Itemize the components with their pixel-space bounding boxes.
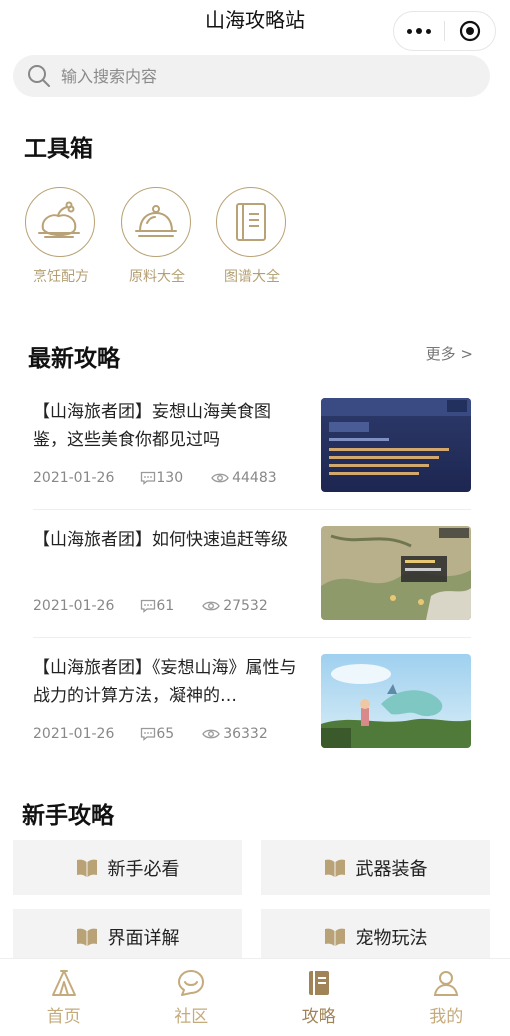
article-item[interactable]: 【山海旅者团】如何快速追赶等级 2021-01-26 61 27532 xyxy=(33,526,471,654)
newbie-pet-gameplay[interactable]: 宠物玩法 xyxy=(261,909,490,964)
tool-atlas[interactable]: 图谱大全 xyxy=(216,187,288,286)
nav-guides[interactable]: 攻略 xyxy=(255,959,383,1036)
nav-community[interactable]: 社区 xyxy=(128,959,256,1036)
article-meta: 2021-01-26 65 36332 xyxy=(33,726,268,742)
article-date: 2021-01-26 xyxy=(33,598,115,614)
tool-label: 原料大全 xyxy=(129,269,185,285)
nav-label: 首页 xyxy=(46,1007,81,1027)
eye-icon xyxy=(211,473,229,483)
open-book-icon xyxy=(76,928,97,946)
search-bar[interactable] xyxy=(13,55,490,97)
newbie-interface-guide[interactable]: 界面详解 xyxy=(13,909,242,964)
more-link[interactable]: 更多 > xyxy=(426,343,473,364)
newbie-label: 武器装备 xyxy=(355,858,428,880)
newbie-label: 宠物玩法 xyxy=(355,927,428,949)
open-book-icon xyxy=(324,928,345,946)
article-title: 【山海旅者团】如何快速追赶等级 xyxy=(33,530,288,550)
newbie-must-read[interactable]: 新手必看 xyxy=(13,840,242,895)
dragon-scene-thumbnail xyxy=(321,654,471,748)
tool-cooking-recipes[interactable]: 烹饪配方 xyxy=(25,187,97,286)
close-target-button[interactable] xyxy=(445,20,495,42)
comment-icon xyxy=(141,727,156,741)
user-icon xyxy=(434,971,459,996)
article-divider xyxy=(33,509,471,510)
newbie-label: 新手必看 xyxy=(107,858,180,880)
tool-icon-circle xyxy=(121,187,191,257)
view-count: 27532 xyxy=(223,598,268,614)
open-book-icon xyxy=(76,859,97,877)
newbie-weapons-equipment[interactable]: 武器装备 xyxy=(261,840,490,895)
article-title: 【山海旅者团】《妄想山海》属性与战力的计算方法，凝神的… xyxy=(33,658,297,706)
article-thumbnail xyxy=(321,654,471,748)
toolbox-title: 工具箱 xyxy=(24,136,93,162)
article-meta: 2021-01-26 61 27532 xyxy=(33,598,268,614)
tool-icon-circle xyxy=(216,187,286,257)
map-thumbnail xyxy=(321,526,471,620)
search-input[interactable] xyxy=(61,66,441,86)
target-icon xyxy=(459,20,481,42)
nav-profile[interactable]: 我的 xyxy=(383,959,510,1036)
comment-count: 130 xyxy=(156,470,184,486)
newbie-label: 界面详解 xyxy=(107,927,180,949)
comment-count: 65 xyxy=(156,726,175,742)
nav-label: 我的 xyxy=(429,1007,464,1027)
chat-face-icon xyxy=(178,970,205,996)
tool-icon-circle xyxy=(25,187,95,257)
nav-label: 攻略 xyxy=(301,1007,336,1027)
mini-program-capsule xyxy=(393,11,496,51)
view-count: 36332 xyxy=(223,726,268,742)
latest-guides-title: 最新攻略 xyxy=(28,346,120,372)
comment-icon xyxy=(141,599,156,613)
open-book-icon xyxy=(324,859,345,877)
search-icon xyxy=(28,65,50,87)
article-meta: 2021-01-26 130 44483 xyxy=(33,470,277,486)
article-title: 【山海旅者团】妄想山海美食图鉴，这些美食你都见过吗 xyxy=(33,402,271,450)
bottom-nav: 首页 社区 攻略 我的 xyxy=(0,958,510,1036)
tent-icon xyxy=(51,970,76,996)
article-date: 2021-01-26 xyxy=(33,470,115,486)
nav-label: 社区 xyxy=(174,1007,209,1027)
eye-icon xyxy=(202,601,220,611)
guide-book-icon xyxy=(308,971,329,995)
more-menu-button[interactable] xyxy=(394,28,444,34)
top-bar: 山海攻略站 xyxy=(0,0,510,51)
article-item[interactable]: 【山海旅者团】《妄想山海》属性与战力的计算方法，凝神的… 2021-01-26 … xyxy=(33,654,471,782)
tool-ingredients[interactable]: 原料大全 xyxy=(121,187,193,286)
article-thumbnail xyxy=(321,398,471,492)
chicken-leg-icon xyxy=(38,201,80,238)
comment-count: 61 xyxy=(156,598,175,614)
nav-home[interactable]: 首页 xyxy=(0,959,128,1036)
cloche-icon xyxy=(135,205,177,237)
tool-label: 烹饪配方 xyxy=(33,269,89,285)
food-card-thumbnail xyxy=(321,398,471,492)
eye-icon xyxy=(202,729,220,739)
newbie-guides-title: 新手攻略 xyxy=(22,803,114,829)
book-icon xyxy=(236,203,266,241)
article-item[interactable]: 【山海旅者团】妄想山海美食图鉴，这些美食你都见过吗 2021-01-26 130… xyxy=(33,398,471,526)
article-divider xyxy=(33,637,471,638)
comment-icon xyxy=(141,471,156,485)
tool-label: 图谱大全 xyxy=(224,269,280,285)
article-thumbnail xyxy=(321,526,471,620)
view-count: 44483 xyxy=(232,470,277,486)
article-date: 2021-01-26 xyxy=(33,726,115,742)
